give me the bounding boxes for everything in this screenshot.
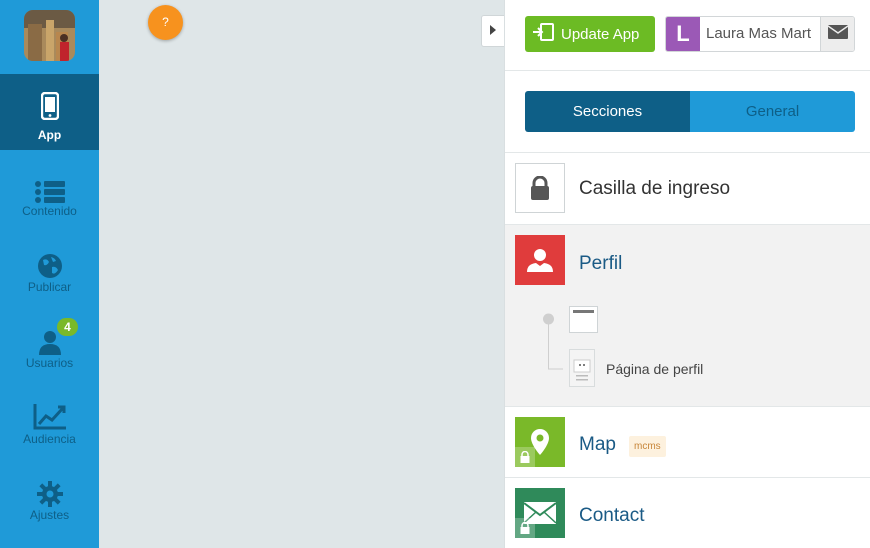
nav-usuarios-label: Usuarios: [25, 356, 74, 370]
section-casilla-de-ingreso[interactable]: Casilla de ingreso: [505, 152, 870, 224]
envelope-icon: [827, 24, 848, 44]
nav-app-label: App: [37, 128, 62, 142]
person-icon: [515, 235, 565, 285]
nav-contenido[interactable]: Contenido: [0, 158, 99, 234]
user-menu[interactable]: L Laura Mas Mart: [665, 16, 855, 52]
nav-app[interactable]: App: [0, 74, 99, 150]
tree-connector: [543, 313, 563, 370]
globe-icon: [0, 250, 99, 282]
sections-panel: Update App L Laura Mas Mart Secciones Ge…: [504, 0, 870, 548]
nav-usuarios[interactable]: 4 Usuarios: [0, 310, 99, 386]
section-label: Contact: [579, 505, 645, 526]
tab-general[interactable]: General: [690, 91, 855, 132]
nav-publicar[interactable]: Publicar: [0, 234, 99, 310]
sidebar: App Contenido Publicar 4 Usuarios Audien…: [0, 0, 99, 548]
section-perfil[interactable]: Perfil Página de perfil: [505, 224, 870, 406]
user-name: Laura Mas Mart: [706, 25, 812, 42]
profile-page-label[interactable]: Página de perfil: [606, 361, 703, 377]
locked-icon: [515, 518, 535, 538]
nav-ajustes-label: Ajustes: [29, 508, 70, 522]
nav-contenido-label: Contenido: [22, 204, 77, 218]
tab-secciones[interactable]: Secciones: [525, 91, 690, 132]
app-thumbnail[interactable]: [24, 10, 75, 61]
update-app-label: Update App: [561, 25, 640, 43]
help-button[interactable]: ?: [148, 5, 183, 40]
user-icon: [0, 326, 99, 358]
messages-button[interactable]: [820, 17, 854, 51]
map-pin-icon: [515, 417, 565, 467]
nav-audiencia-label: Audiencia: [23, 432, 76, 446]
section-map[interactable]: Map mcms: [505, 406, 870, 477]
line-chart-icon: [0, 400, 99, 432]
panel-tabs: Secciones General: [525, 91, 855, 132]
envelope-icon: [515, 488, 565, 538]
nav-publicar-label: Publicar: [27, 280, 72, 294]
nav-audiencia[interactable]: Audiencia: [0, 386, 99, 462]
section-label: Perfil: [579, 253, 623, 274]
lock-icon: [515, 163, 565, 213]
smartphone-icon: [0, 90, 99, 122]
panel-topbar: Update App L Laura Mas Mart: [505, 0, 870, 71]
collapse-panel-button[interactable]: [481, 15, 504, 47]
update-app-button[interactable]: Update App: [525, 16, 655, 52]
locked-icon: [515, 447, 535, 467]
section-tag: mcms: [629, 436, 666, 457]
nav-ajustes[interactable]: Ajustes: [0, 462, 99, 538]
upload-icon: [533, 23, 555, 45]
users-count-badge: 4: [57, 318, 78, 336]
section-label: Map: [579, 434, 616, 455]
section-contact[interactable]: Contact: [505, 477, 870, 548]
profile-page-thumbnail[interactable]: [569, 349, 595, 387]
gear-icon: [0, 478, 99, 510]
avatar: L: [666, 17, 700, 51]
section-label: Casilla de ingreso: [579, 178, 731, 199]
subpage-thumbnail[interactable]: [569, 306, 598, 333]
caret-right-icon: [490, 22, 496, 40]
